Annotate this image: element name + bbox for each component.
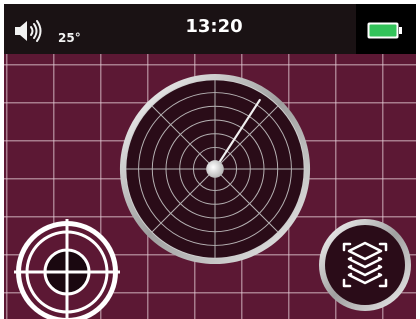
battery-icon	[367, 22, 402, 39]
status-bar: 25° 13:20	[4, 4, 416, 54]
radar-icon	[119, 73, 311, 265]
temperature-readout: 25°	[58, 31, 81, 45]
crosshair-target-icon[interactable]	[14, 219, 120, 319]
clock-time: 13:20	[185, 16, 243, 37]
radar-hub	[206, 160, 224, 178]
speaker-volume-icon[interactable]	[14, 19, 48, 43]
layers-icon[interactable]	[318, 218, 412, 312]
battery-indicator	[356, 4, 416, 54]
device-screen: 25° 13:20	[4, 4, 416, 319]
